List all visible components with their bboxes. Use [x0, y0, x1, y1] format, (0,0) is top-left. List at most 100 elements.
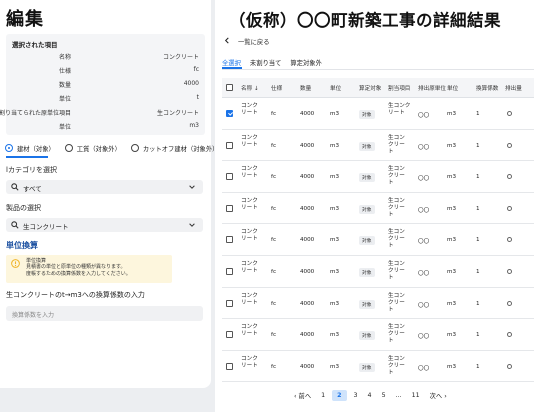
row-checkbox[interactable]: [226, 204, 233, 212]
unit-conversion-title: 単位換算: [6, 241, 38, 250]
cell-conv: 1: [476, 111, 480, 117]
page-ellipsis: ...: [395, 391, 402, 399]
cell-unit2: m3: [447, 174, 457, 181]
radio-unchecked-icon: [130, 144, 139, 152]
cell-spec: fc: [271, 332, 277, 339]
target-badge: 対象: [359, 141, 375, 151]
page-link[interactable]: 1: [321, 392, 325, 399]
row-checkbox[interactable]: [226, 141, 233, 149]
target-badge: 対象: [359, 204, 375, 214]
target-badge: 対象: [359, 331, 375, 341]
conversion-factor-input[interactable]: 換算係数を入力: [6, 306, 203, 321]
tab-excluded[interactable]: 算定対象外: [290, 58, 321, 67]
cell-assigned: 生コン クリー ト: [388, 260, 405, 281]
page-link-current[interactable]: 2: [332, 389, 347, 401]
tab-divider: [222, 69, 534, 70]
row-checkbox[interactable]: [226, 110, 233, 117]
table-row[interactable]: コンク リート fc 4000 m3 生コンク リート 〇〇 m3 1 対象: [222, 98, 534, 130]
cell-unit2: m3: [447, 237, 457, 244]
row-checkbox[interactable]: [226, 299, 233, 307]
table-row[interactable]: コンク リート fc 4000 m3 生コン クリー ト 〇〇 m3 1 対象: [222, 193, 534, 225]
table-row[interactable]: コンク リート fc 4000 m3 生コン クリー ト 〇〇 m3 1 対象: [222, 319, 534, 351]
pagination-next[interactable]: 次へ ›: [430, 391, 447, 400]
cell-unit: m3: [330, 174, 340, 181]
emission-circle-icon: [507, 111, 512, 116]
radio-material-target[interactable]: 建材（対象）: [5, 142, 55, 154]
table-row[interactable]: コンク リート fc 4000 m3 生コン クリー ト 〇〇 m3 1 対象: [222, 130, 534, 162]
selected-row-key: 仕様: [58, 68, 71, 75]
cell-factor_unit_src: 〇〇: [418, 176, 430, 183]
cell-conv: 1: [476, 205, 480, 212]
table-body: コンク リート fc 4000 m3 生コンク リート 〇〇 m3 1 対象 コンク リート fc 4…: [222, 98, 534, 383]
row-checkbox[interactable]: [226, 267, 233, 275]
radio-labor-excluded[interactable]: 工質（対象外）: [64, 142, 121, 154]
conversion-factor-placeholder: 換算係数を入力: [12, 312, 55, 319]
cell-unit: m3: [330, 300, 340, 307]
page-link[interactable]: 11: [412, 392, 420, 399]
cell-factor_unit_src: 〇〇: [418, 113, 430, 119]
cell-unit: m3: [330, 363, 340, 370]
cell-conv: 1: [476, 142, 480, 149]
radio-cutoff-excluded[interactable]: カットオフ建材（対象外）: [130, 142, 218, 154]
product-select[interactable]: 生コンクリート: [6, 218, 203, 232]
category-select[interactable]: すべて: [6, 180, 203, 194]
pagination-prev[interactable]: ‹ 前へ: [294, 391, 311, 400]
row-checkbox[interactable]: [226, 236, 233, 244]
emission-circle-icon: [507, 300, 512, 306]
cell-assigned: 生コン クリー ト: [388, 197, 405, 218]
row-checkbox[interactable]: [226, 331, 233, 339]
col-target: 算定対象: [359, 86, 382, 92]
col-assigned: 割当項目: [388, 86, 411, 92]
cell-conv: 1: [476, 174, 480, 181]
radio-checked-icon: [5, 144, 13, 152]
cell-assigned: 生コン クリー ト: [388, 166, 405, 187]
row-checkbox[interactable]: [226, 362, 233, 370]
filter-tabs: 全選択 未割り当て 算定対象外: [222, 58, 331, 67]
cell-qty: 4000: [300, 174, 315, 181]
cell-qty: 4000: [300, 111, 315, 117]
selected-row: 単位 m3: [6, 122, 205, 136]
emission-circle-icon: [507, 142, 512, 148]
cell-unit: m3: [330, 205, 340, 212]
table-row[interactable]: コンク リート fc 4000 m3 生コン クリー ト 〇〇 m3 1 対象: [222, 351, 534, 383]
target-badge: 対象: [359, 362, 375, 372]
selected-row-key: 単位: [58, 96, 71, 103]
page-link[interactable]: 5: [382, 392, 386, 399]
table-row[interactable]: コンク リート fc 4000 m3 生コン クリー ト 〇〇 m3 1 対象: [222, 224, 534, 256]
cell-conv: 1: [476, 332, 480, 339]
unit-warning-alert: 単位換算 見積書の単位と原単位の種類が異なります。 度帳するための換算係数を入力…: [6, 255, 172, 283]
col-emission: 排出量: [505, 86, 522, 92]
col-name[interactable]: 名称 ↓: [241, 84, 259, 92]
select-all-checkbox[interactable]: [226, 84, 233, 91]
category-select-value: すべて: [23, 185, 42, 193]
page-link[interactable]: 3: [354, 392, 358, 399]
cell-unit2: m3: [447, 363, 457, 370]
selected-row-key: 数量: [58, 82, 71, 89]
back-label: 一覧に戻る: [238, 39, 270, 46]
row-checkbox[interactable]: [226, 173, 233, 181]
cell-conv: 1: [476, 363, 480, 370]
tab-unassigned[interactable]: 未割り当て: [250, 58, 281, 67]
results-table: 名称 ↓ 仕様 数量 単位 算定対象 割当項目 排出原単位 単位 換算係数 排出…: [222, 78, 534, 383]
back-to-list-link[interactable]: 一覧に戻る: [224, 37, 269, 46]
page-link[interactable]: 4: [368, 392, 372, 399]
product-label: 製品の選択: [6, 204, 41, 212]
selected-row: 仕様 fc: [6, 66, 205, 80]
radio-active-underline: [6, 156, 48, 158]
tab-select-all[interactable]: 全選択: [222, 58, 241, 67]
table-row[interactable]: コンク リート fc 4000 m3 生コン クリー ト 〇〇 m3 1 対象: [222, 256, 534, 288]
cell-name: コンク リート: [241, 103, 258, 116]
detail-results-panel: （仮称）〇〇町新築工事の詳細結果 一覧に戻る 全選択 未割り当て 算定対象外 名…: [215, 0, 536, 412]
selected-row-value: m3: [189, 122, 199, 129]
cell-assigned: 生コンク リート: [388, 103, 411, 116]
cell-name: コンク リート: [241, 324, 258, 338]
table-row[interactable]: コンク リート fc 4000 m3 生コン クリー ト 〇〇 m3 1 対象: [222, 288, 534, 320]
emission-circle-icon: [507, 363, 512, 369]
cell-qty: 4000: [300, 205, 315, 212]
search-icon: [11, 183, 19, 193]
table-row[interactable]: コンク リート fc 4000 m3 生コン クリー ト 〇〇 m3 1 対象: [222, 161, 534, 193]
selected-row-key: 割り当てられた原単位項目: [0, 110, 71, 117]
cell-unit: m3: [330, 111, 340, 117]
page-title: （仮称）〇〇町新築工事の詳細結果: [229, 11, 501, 30]
col-spec: 仕様: [271, 86, 283, 92]
